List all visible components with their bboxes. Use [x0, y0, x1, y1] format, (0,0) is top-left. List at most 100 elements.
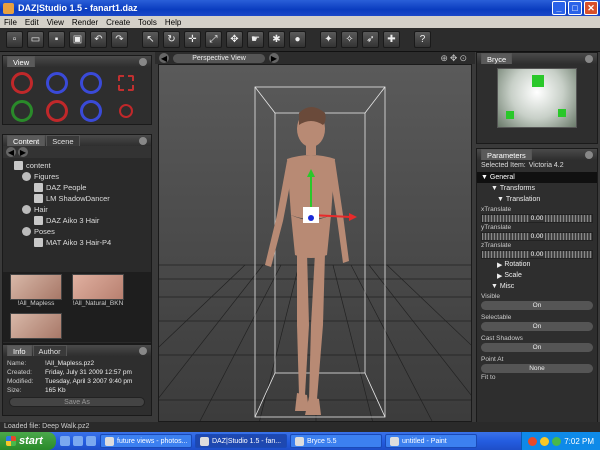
redo-icon[interactable]: ↷ [111, 31, 128, 48]
tab-content[interactable]: Content [7, 135, 46, 146]
save-as-button[interactable]: Save As [9, 397, 145, 407]
select-icon[interactable]: ↖ [142, 31, 159, 48]
x-translate-slider[interactable]: 0.00 [481, 214, 593, 223]
tray-icon[interactable] [540, 436, 550, 446]
orbit-x-icon[interactable] [11, 72, 33, 94]
cast-shadows-toggle[interactable]: On [481, 343, 593, 352]
save-as-icon[interactable]: ▣ [69, 31, 86, 48]
viewport-nav-icons[interactable]: ⊕✥⊙ [440, 53, 469, 64]
tree-item[interactable]: content [6, 160, 151, 171]
taskbar-item-paint[interactable]: untitled - Paint [385, 434, 477, 448]
scale-icon[interactable]: ⤢ [205, 31, 222, 48]
clock[interactable]: 7:02 PM [564, 437, 594, 446]
figure-icon [22, 172, 31, 181]
tree-item[interactable]: DAZ Aiko 3 Hair [6, 215, 151, 226]
tree-item[interactable]: Poses [6, 226, 151, 237]
universal-icon[interactable]: ✥ [226, 31, 243, 48]
tree-item[interactable]: LM ShadowDancer [6, 193, 151, 204]
tree-item[interactable]: DAZ People [6, 182, 151, 193]
menu-help[interactable]: Help [165, 18, 181, 27]
section-rotation[interactable]: ▶ Rotation [477, 259, 597, 270]
back-icon[interactable]: ◀ [6, 147, 16, 157]
translate-icon[interactable]: ✛ [184, 31, 201, 48]
selectable-toggle[interactable]: On [481, 322, 593, 331]
3d-viewport[interactable] [158, 64, 472, 422]
distant-light-icon[interactable]: ➶ [362, 31, 379, 48]
tray-icon[interactable] [528, 436, 538, 446]
taskbar-item-daz[interactable]: DAZ|Studio 1.5 - fan... [195, 434, 287, 448]
point-light-icon[interactable]: ✧ [341, 31, 358, 48]
save-icon[interactable]: ▪ [48, 31, 65, 48]
dolly-icon[interactable] [45, 100, 68, 122]
tab-bryce[interactable]: Bryce [481, 53, 513, 64]
quick-launch-icon[interactable] [86, 436, 96, 446]
panel-close-icon[interactable] [585, 150, 593, 159]
frame-icon[interactable] [117, 75, 134, 91]
viewport-menu-icon[interactable]: ◀ [159, 53, 169, 63]
tab-view[interactable]: View [7, 56, 36, 67]
quick-launch-icon[interactable] [73, 436, 83, 446]
y-translate-slider[interactable]: 0.00 [481, 232, 593, 241]
maximize-button[interactable]: □ [568, 1, 582, 15]
node-select-icon[interactable]: ☛ [247, 31, 264, 48]
orbit-y-icon[interactable] [45, 72, 68, 94]
tab-scene[interactable]: Scene [46, 135, 80, 146]
menu-tools[interactable]: Tools [138, 18, 157, 27]
panel-close-icon[interactable] [139, 136, 147, 145]
thumbnail-image [10, 312, 62, 339]
forward-icon[interactable]: ▶ [18, 147, 28, 157]
menu-edit[interactable]: Edit [25, 18, 39, 27]
taskbar-item-photos[interactable]: future views - photos... [100, 434, 192, 448]
bryce-preview-image[interactable] [497, 68, 577, 128]
menu-view[interactable]: View [47, 18, 64, 27]
pan-icon[interactable] [11, 100, 33, 122]
help-icon[interactable]: ? [414, 31, 431, 48]
quick-launch-icon[interactable] [60, 436, 70, 446]
zoom-icon[interactable] [80, 100, 102, 122]
open-icon[interactable]: ▭ [27, 31, 44, 48]
undo-icon[interactable]: ↶ [90, 31, 107, 48]
panel-close-icon[interactable] [585, 54, 593, 63]
panel-close-icon[interactable] [139, 346, 147, 355]
render-icon[interactable]: ✱ [268, 31, 285, 48]
start-button[interactable]: start [0, 432, 56, 450]
menu-file[interactable]: File [4, 18, 17, 27]
sphere-icon[interactable]: ● [289, 31, 306, 48]
orbit-z-icon[interactable] [80, 72, 102, 94]
thumbnail-item[interactable] [7, 312, 65, 341]
minimize-button[interactable]: _ [552, 1, 566, 15]
section-scale[interactable]: ▶ Scale [477, 270, 597, 281]
z-translate-slider[interactable]: 0.00 [481, 250, 593, 259]
tab-parameters[interactable]: Parameters [481, 149, 532, 160]
section-translation[interactable]: ▼ Translation [477, 194, 597, 205]
tab-info[interactable]: Info [7, 345, 32, 356]
visible-toggle[interactable]: On [481, 301, 593, 310]
new-icon[interactable]: ▫ [6, 31, 23, 48]
point-at-select[interactable]: None [481, 364, 593, 373]
section-general[interactable]: ▼ General [477, 172, 597, 183]
thumbnail-item[interactable]: !All_Natural_BKN [69, 274, 127, 309]
tree-item[interactable]: Hair [6, 204, 151, 215]
thumbnail-item[interactable]: !All_Mapless [7, 274, 65, 309]
rotate-icon[interactable]: ↻ [163, 31, 180, 48]
close-button[interactable]: ✕ [584, 1, 598, 15]
tree-item[interactable]: Figures [6, 171, 151, 182]
tray-icon[interactable] [552, 436, 562, 446]
tree-item[interactable]: MAT Aiko 3 Hair-P4 [6, 237, 151, 248]
tab-author[interactable]: Author [32, 345, 67, 356]
panel-close-icon[interactable] [139, 57, 147, 66]
pose-icon [22, 227, 31, 236]
spotlight-icon[interactable]: ✦ [320, 31, 337, 48]
content-tree: content Figures DAZ People LM ShadowDanc… [3, 158, 151, 272]
target-icon[interactable] [118, 104, 133, 118]
section-transforms[interactable]: ▼ Transforms [477, 183, 597, 194]
menu-create[interactable]: Create [106, 18, 130, 27]
camera-icon[interactable]: ✚ [383, 31, 400, 48]
camera-select[interactable]: Perspective View [173, 53, 265, 63]
viewport-options-icon[interactable]: ▶ [269, 53, 279, 63]
section-misc[interactable]: ▼ Misc [477, 281, 597, 292]
menu-render[interactable]: Render [72, 18, 98, 27]
taskbar-item-bryce[interactable]: Bryce 5.5 [290, 434, 382, 448]
folder-icon [105, 436, 114, 446]
selectable-label: Selectable [481, 314, 512, 321]
